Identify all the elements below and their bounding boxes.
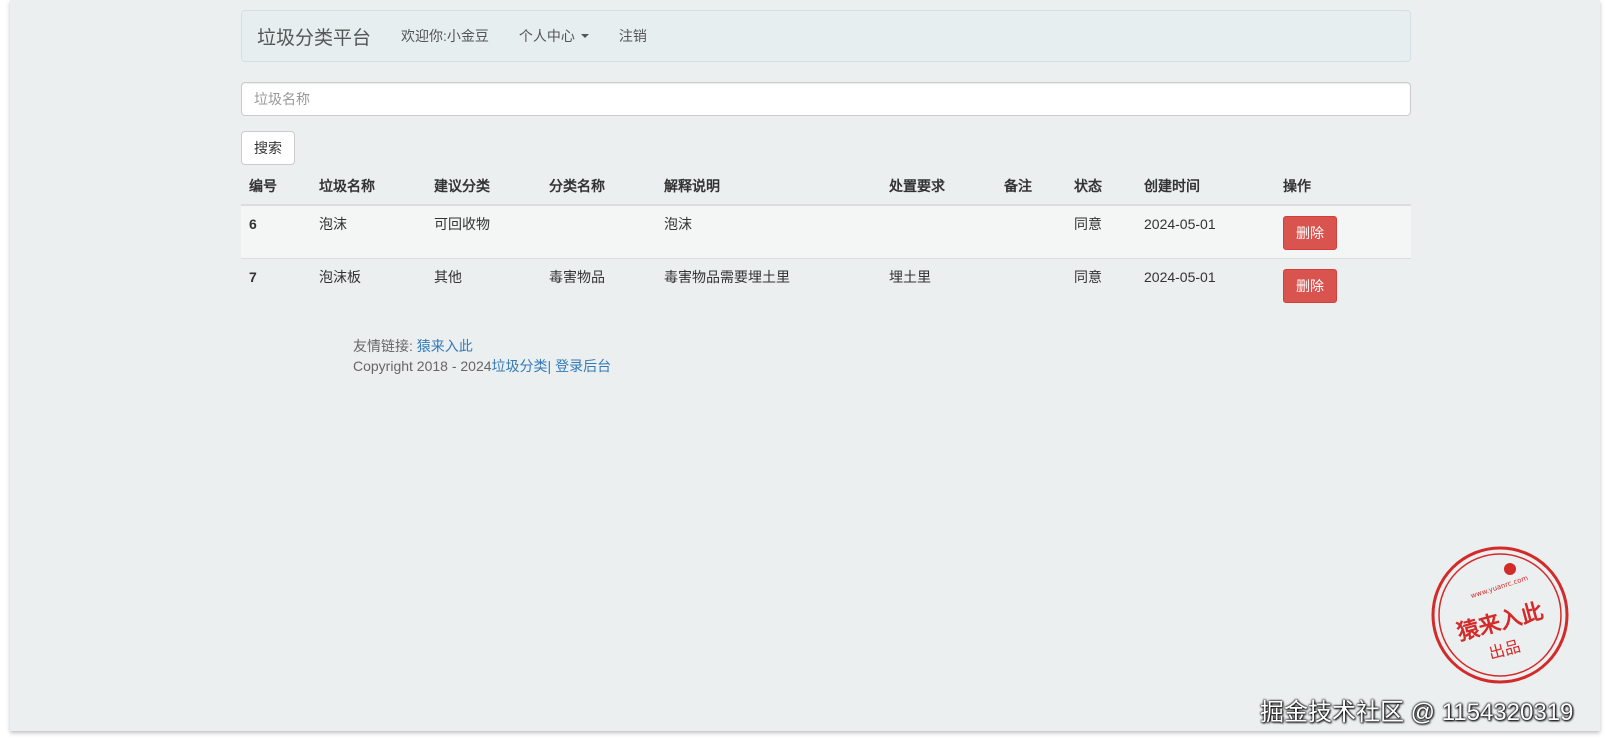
cell-disposal <box>881 204 996 259</box>
header-status: 状态 <box>1066 168 1136 206</box>
cell-action: 删除 <box>1275 204 1411 259</box>
watermark-text: 掘金技术社区 @ 1154320319 <box>1260 699 1574 726</box>
cell-note <box>996 204 1066 259</box>
stamp-url: www.yuanrc.com <box>1470 574 1530 600</box>
cell-id: 7 <box>241 258 311 311</box>
brand-title[interactable]: 垃圾分类平台 <box>242 23 386 50</box>
table-row: 7 泡沫板 其他 毒害物品 毒害物品需要埋土里 埋土里 同意 2024-05-0… <box>241 258 1411 311</box>
header-explain: 解释说明 <box>656 168 881 206</box>
header-id: 编号 <box>241 168 311 206</box>
cell-id: 6 <box>241 204 311 259</box>
header-created: 创建时间 <box>1136 168 1275 206</box>
copyright-text: Copyright 2018 - 2024 <box>353 358 492 374</box>
header-action: 操作 <box>1275 168 1411 206</box>
garbage-table: 编号 垃圾名称 建议分类 分类名称 解释说明 处置要求 备注 状态 创建时间 操… <box>241 168 1411 311</box>
cell-created: 2024-05-01 <box>1136 204 1275 259</box>
delete-button[interactable]: 删除 <box>1283 216 1337 250</box>
table-row: 6 泡沫 可回收物 泡沫 同意 2024-05-01 删除 <box>241 204 1411 259</box>
friend-links-line: 友情链接: 猿来入此 <box>353 336 611 356</box>
cell-status: 同意 <box>1066 204 1136 259</box>
admin-login-link[interactable]: 登录后台 <box>555 358 611 374</box>
delete-button[interactable]: 删除 <box>1283 269 1337 303</box>
cell-created: 2024-05-01 <box>1136 258 1275 311</box>
cell-action: 删除 <box>1275 258 1411 311</box>
cell-category <box>541 204 656 259</box>
search-button[interactable]: 搜索 <box>241 131 295 165</box>
header-suggest: 建议分类 <box>426 168 541 206</box>
header-name: 垃圾名称 <box>311 168 426 206</box>
caret-down-icon <box>580 34 589 38</box>
welcome-text: 欢迎你:小金豆 <box>401 28 489 44</box>
logout-link[interactable]: 注销 <box>604 26 662 46</box>
cell-status: 同意 <box>1066 258 1136 311</box>
header-disposal: 处置要求 <box>881 168 996 206</box>
header-category: 分类名称 <box>541 168 656 206</box>
personal-center-label: 个人中心 <box>518 28 575 44</box>
cell-name: 泡沫板 <box>311 258 426 311</box>
cell-suggest: 其他 <box>426 258 541 311</box>
stamp-emblem-icon <box>1504 563 1516 575</box>
stamp-seal-icon: www.yuanrc.com 猿来入此 出品 <box>1431 546 1569 684</box>
cell-suggest: 可回收物 <box>426 204 541 259</box>
top-navbar: 垃圾分类平台 欢迎你:小金豆 个人中心 注销 <box>241 10 1411 62</box>
cell-name: 泡沫 <box>311 204 426 259</box>
cell-explain: 毒害物品需要埋土里 <box>656 258 881 311</box>
stamp-name: 猿来入此 <box>1454 599 1546 646</box>
personal-center-dropdown[interactable]: 个人中心 <box>504 26 604 46</box>
garbage-name-search-input[interactable] <box>241 82 1411 116</box>
page-footer: 友情链接: 猿来入此 Copyright 2018 - 2024垃圾分类| 登录… <box>353 336 611 376</box>
table-header-row: 编号 垃圾名称 建议分类 分类名称 解释说明 处置要求 备注 状态 创建时间 操… <box>241 168 1411 206</box>
stamp-suffix: 出品 <box>1487 636 1523 663</box>
friend-links-label: 友情链接: <box>353 338 413 354</box>
copyright-line: Copyright 2018 - 2024垃圾分类| 登录后台 <box>353 356 611 376</box>
cell-note <box>996 258 1066 311</box>
header-note: 备注 <box>996 168 1066 206</box>
friend-link-yuanlairuci[interactable]: 猿来入此 <box>417 338 473 354</box>
footer-separator: | <box>547 358 552 374</box>
cell-category: 毒害物品 <box>541 258 656 311</box>
cell-disposal: 埋土里 <box>881 258 996 311</box>
site-link[interactable]: 垃圾分类 <box>492 358 548 374</box>
cell-explain: 泡沫 <box>656 204 881 259</box>
